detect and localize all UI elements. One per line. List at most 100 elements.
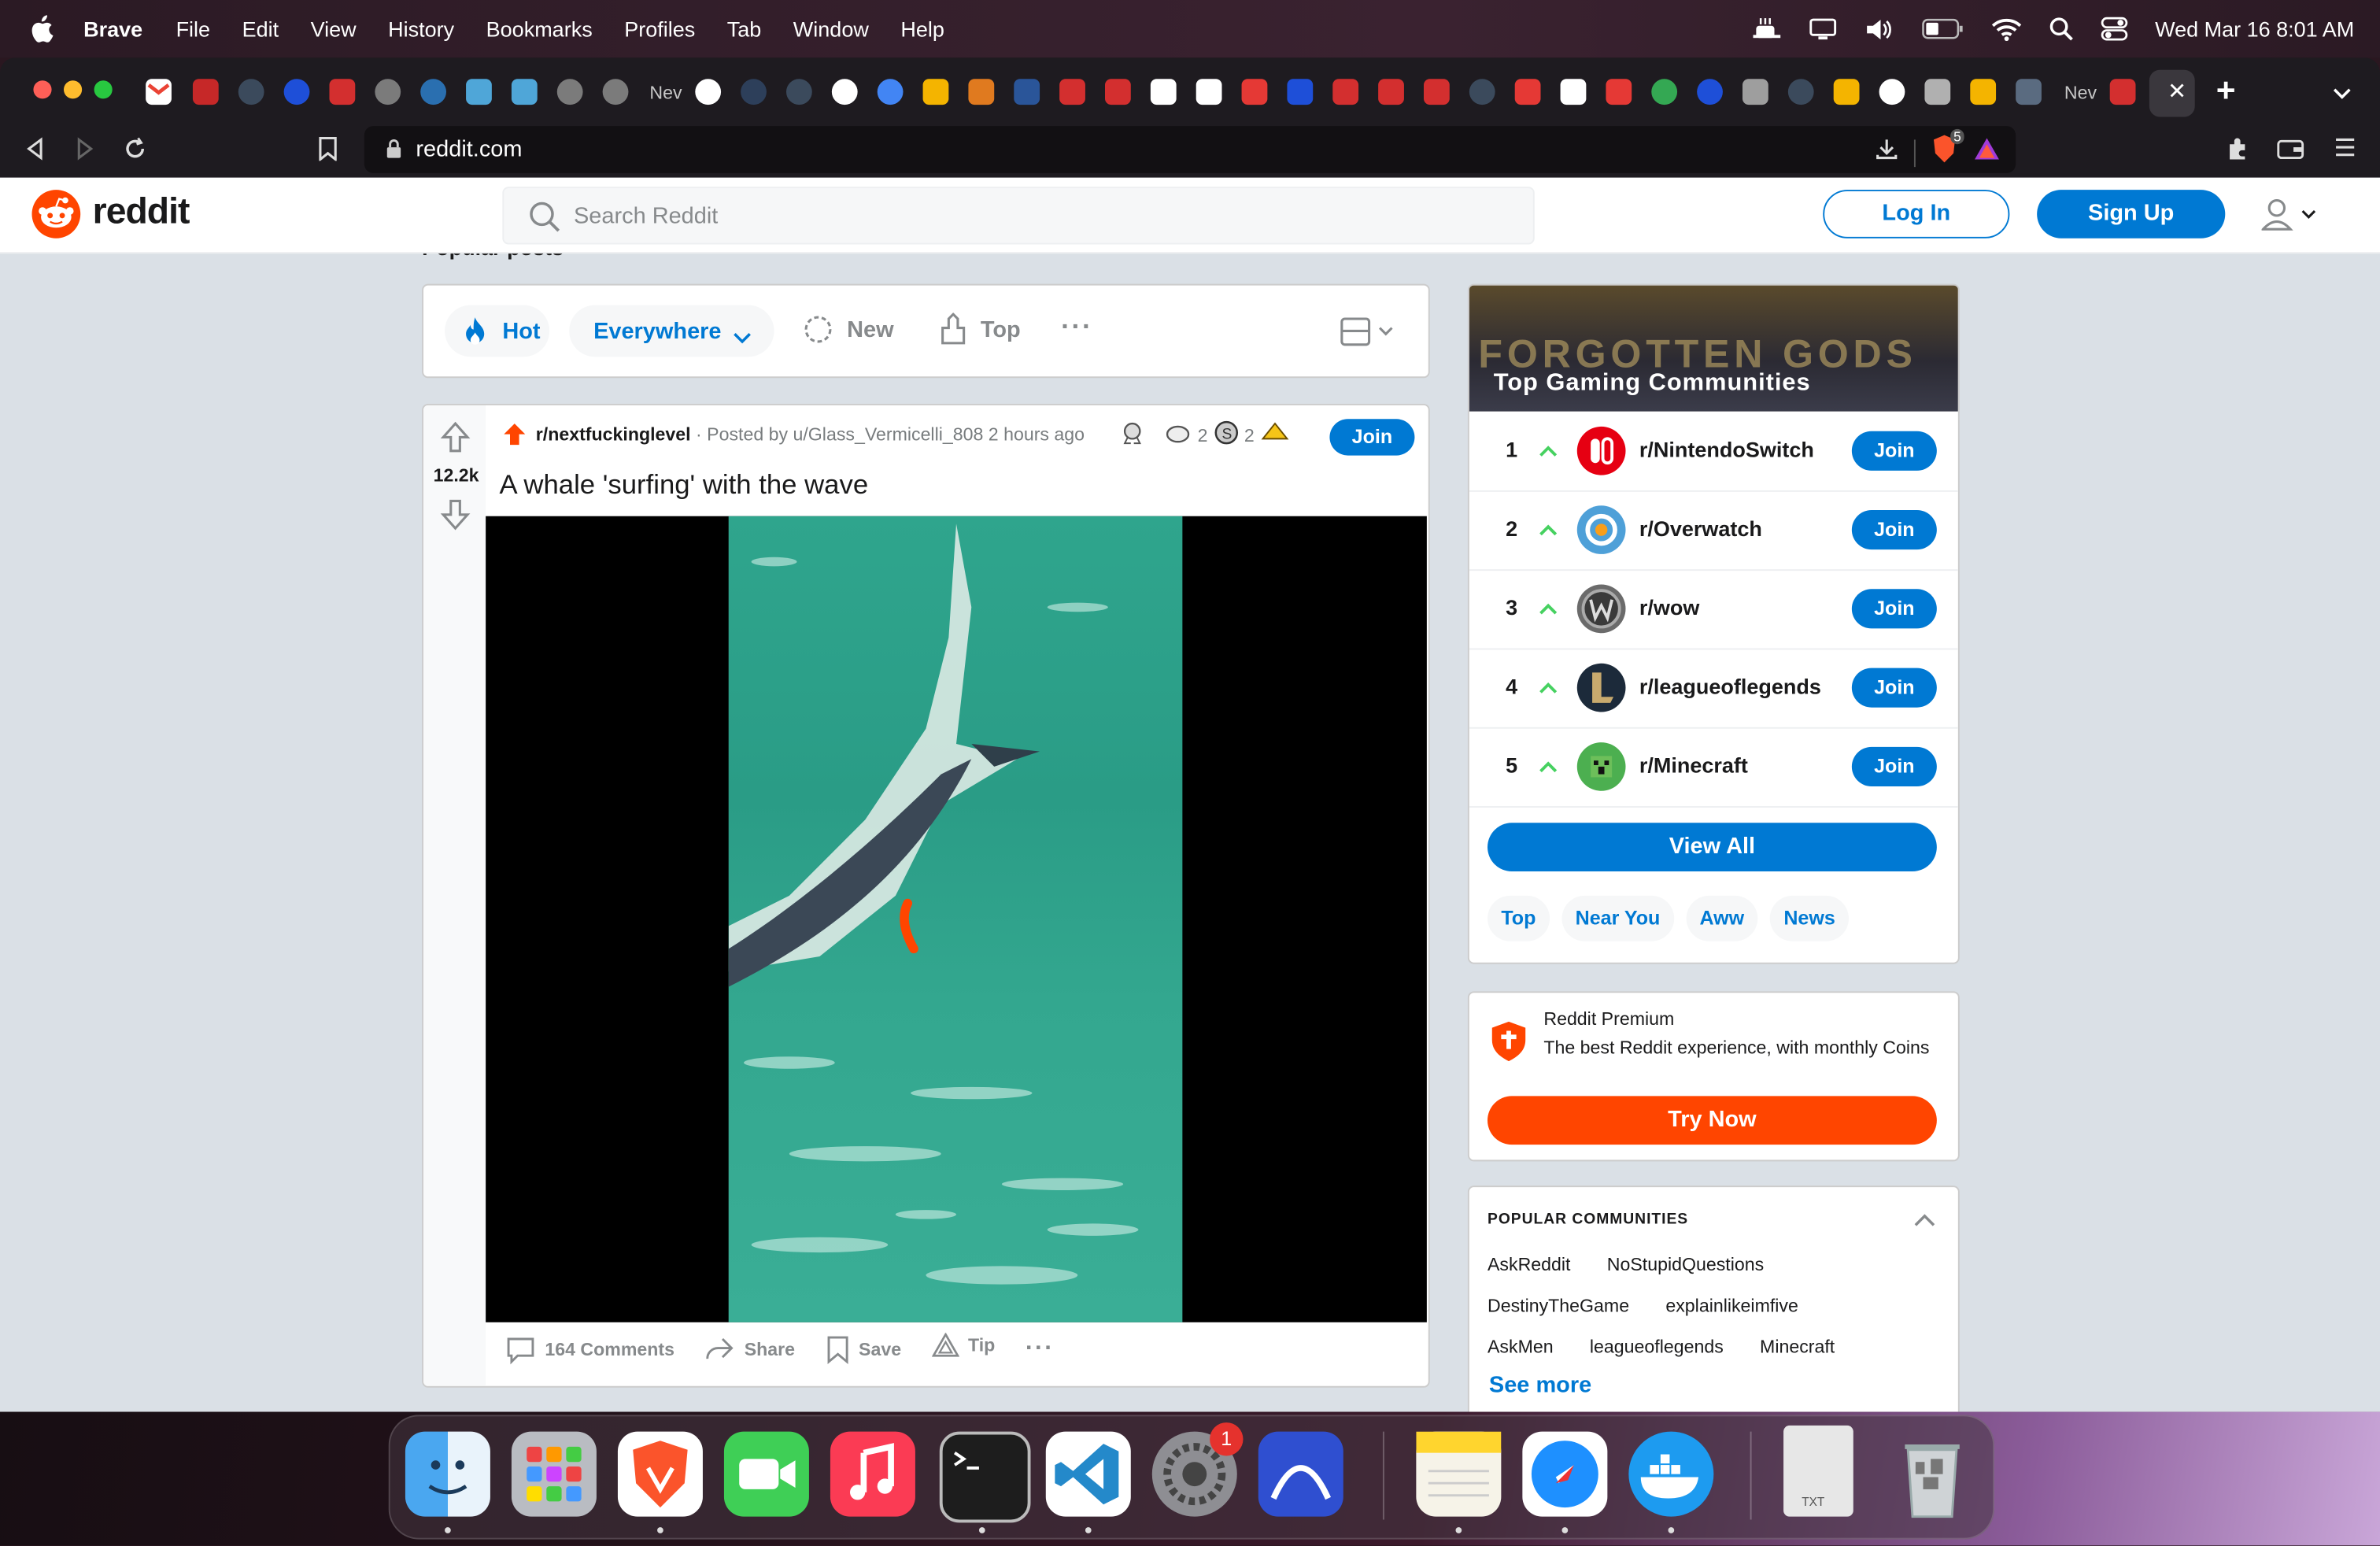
shield-tab-icon[interactable] xyxy=(466,79,492,105)
browser-menu-icon[interactable] xyxy=(2334,137,2356,166)
menu-edit[interactable]: Edit xyxy=(242,17,279,41)
chip-aww[interactable]: Aww xyxy=(1686,895,1758,941)
dark-globe-tab-icon[interactable] xyxy=(741,79,767,105)
bookmark-icon[interactable] xyxy=(317,136,338,169)
search-tab-icon[interactable] xyxy=(877,79,904,105)
save-button[interactable]: Save xyxy=(826,1334,901,1365)
community-row[interactable]: 5 r/Minecraft Join xyxy=(1469,727,1958,808)
hive-tab-icon-5[interactable] xyxy=(1378,79,1404,105)
blue-globe-tab-icon[interactable] xyxy=(420,79,446,105)
blue-tab-icon[interactable] xyxy=(1287,79,1314,105)
coffee-icon[interactable] xyxy=(1751,17,1782,41)
signup-button[interactable]: Sign Up xyxy=(2037,190,2226,239)
video-player[interactable] xyxy=(486,516,1427,1322)
finder-icon[interactable] xyxy=(405,1431,490,1517)
post-awards[interactable]: 2 S 2 xyxy=(1122,420,1291,449)
menubar-app-name[interactable]: Brave xyxy=(83,17,142,41)
brave-shields-icon[interactable]: 5 xyxy=(1931,128,1964,172)
wifi-icon[interactable] xyxy=(1991,17,2022,41)
join-community-button[interactable]: Join xyxy=(1851,668,1937,708)
menubar-clock[interactable]: Wed Mar 16 8:01 AM xyxy=(2155,17,2354,41)
upvote-icon[interactable] xyxy=(440,420,471,461)
wow-avatar[interactable] xyxy=(1576,584,1626,634)
red-tab-icon[interactable] xyxy=(192,79,219,105)
popular-community-link[interactable]: DestinyTheGame xyxy=(1488,1295,1629,1336)
community-name[interactable]: r/Overwatch xyxy=(1639,516,1762,541)
popular-community-link[interactable]: NoStupidQuestions xyxy=(1607,1254,1764,1295)
hive-tab-icon-6[interactable] xyxy=(1424,79,1450,105)
sun-tab-icon-2[interactable] xyxy=(1833,79,1860,105)
post-author-time[interactable]: · Posted by u/Glass_Vermicelli_808 2 hou… xyxy=(691,423,1085,445)
store-tab-icon[interactable] xyxy=(1241,79,1268,105)
notes-icon[interactable] xyxy=(1416,1431,1502,1517)
menu-bookmarks[interactable]: Bookmarks xyxy=(486,17,593,41)
lock-icon[interactable] xyxy=(386,139,402,168)
globe-tab-icon[interactable] xyxy=(375,79,401,105)
sun-tab-icon[interactable] xyxy=(922,79,949,105)
community-row[interactable]: 2 r/Overwatch Join xyxy=(1469,490,1958,571)
post-subreddit-link[interactable]: r/nextfuckinglevel xyxy=(536,423,691,445)
view-layout-toggle-icon[interactable] xyxy=(1340,317,1398,355)
top-sort-icon[interactable] xyxy=(940,313,967,353)
wallet-icon[interactable] xyxy=(2277,137,2304,169)
download-icon[interactable] xyxy=(1875,137,1899,169)
join-community-button[interactable]: Join xyxy=(1851,431,1937,471)
view-all-button[interactable]: View All xyxy=(1488,823,1937,871)
brave-browser-icon[interactable] xyxy=(617,1431,703,1517)
hive-tab-icon[interactable] xyxy=(329,79,356,105)
minimize-window-button[interactable] xyxy=(64,80,83,99)
popular-community-link[interactable]: AskReddit xyxy=(1488,1254,1570,1295)
github-tab-icon[interactable] xyxy=(695,79,722,105)
battery-icon[interactable] xyxy=(1921,18,1964,39)
menu-history[interactable]: History xyxy=(388,17,454,41)
whale-video-frame[interactable] xyxy=(728,516,1183,1322)
docker-icon[interactable] xyxy=(1628,1431,1714,1517)
m-tab-icon[interactable] xyxy=(1514,79,1541,105)
apple-menu-icon[interactable] xyxy=(29,15,57,43)
community-row[interactable]: 1 r/NintendoSwitch Join xyxy=(1469,412,1958,492)
github-tab-icon-2[interactable] xyxy=(1879,79,1905,105)
volume-icon[interactable] xyxy=(1864,17,1894,40)
grid-tab-icon[interactable] xyxy=(1924,79,1951,105)
safari-icon[interactable] xyxy=(1522,1431,1608,1517)
brave-rewards-icon[interactable] xyxy=(1973,135,2001,170)
news-tab-icon[interactable] xyxy=(1014,79,1040,105)
extensions-icon[interactable] xyxy=(2225,137,2249,169)
chip-news[interactable]: News xyxy=(1769,895,1850,941)
new-tab-label-a[interactable]: Nev xyxy=(649,82,682,103)
sort-top-button[interactable]: Top xyxy=(981,317,1021,343)
login-button[interactable]: Log In xyxy=(1823,190,2010,239)
forward-icon[interactable] xyxy=(75,137,96,169)
terminal-icon[interactable] xyxy=(939,1431,1031,1523)
popular-community-link[interactable]: explainlikeimfive xyxy=(1665,1295,1798,1336)
tab-list-chevron-icon[interactable] xyxy=(2331,82,2352,109)
post-more-button[interactable]: ··· xyxy=(1026,1336,1055,1363)
address-bar[interactable]: reddit.com 5 xyxy=(364,126,2016,173)
menu-tab[interactable]: Tab xyxy=(727,17,762,41)
music-icon[interactable] xyxy=(830,1431,915,1517)
hive-tab-icon-3[interactable] xyxy=(1105,79,1131,105)
menu-view[interactable]: View xyxy=(311,17,357,41)
facetime-icon[interactable] xyxy=(723,1431,809,1517)
back-icon[interactable] xyxy=(24,137,46,169)
a-tab-icon[interactable] xyxy=(1150,79,1177,105)
community-row[interactable]: 3 r/wow Join xyxy=(1469,569,1958,650)
minecraft-avatar[interactable] xyxy=(1576,742,1626,791)
join-community-button[interactable]: Join xyxy=(1851,589,1937,629)
shield-tab-icon-2[interactable] xyxy=(511,79,538,105)
community-name[interactable]: r/NintendoSwitch xyxy=(1639,437,1814,461)
join-subreddit-button[interactable]: Join xyxy=(1329,419,1415,456)
vscode-icon[interactable] xyxy=(1045,1431,1131,1517)
community-name[interactable]: r/leagueoflegends xyxy=(1639,674,1821,698)
downvote-icon[interactable] xyxy=(440,498,471,539)
book-tab-icon[interactable] xyxy=(1743,79,1768,105)
menu-help[interactable]: Help xyxy=(900,17,944,41)
location-dropdown[interactable]: Everywhere xyxy=(569,305,774,357)
try-now-button[interactable]: Try Now xyxy=(1488,1096,1937,1145)
menu-window[interactable]: Window xyxy=(793,17,869,41)
globe-tab-icon-2[interactable] xyxy=(556,79,583,105)
reload-icon[interactable] xyxy=(123,137,147,169)
close-tab-icon[interactable]: ✕ xyxy=(2168,77,2186,105)
mountain-tab-icon-2[interactable] xyxy=(786,79,812,105)
blue-swirl-tab-icon-2[interactable] xyxy=(1697,79,1723,105)
